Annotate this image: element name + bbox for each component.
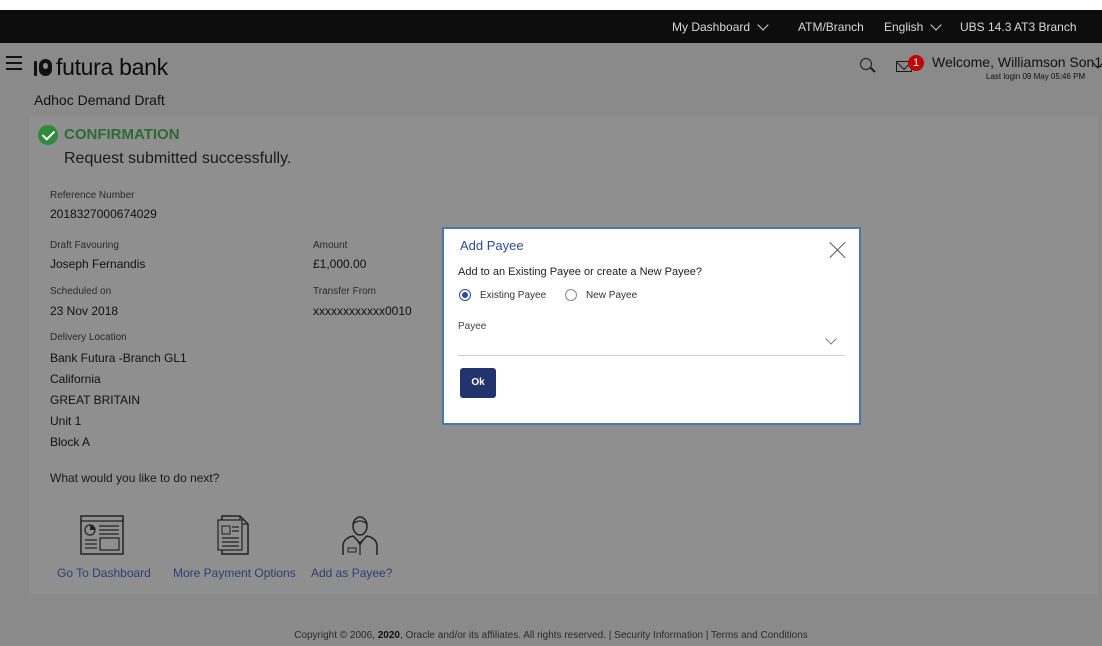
new-payee-label[interactable]: New Payee bbox=[586, 290, 637, 301]
footer-year: 2020 bbox=[377, 630, 400, 641]
my-dashboard-menu[interactable]: My Dashboard bbox=[672, 18, 769, 34]
dialog-title: Add Payee bbox=[460, 238, 524, 253]
reference-number-value: 2018327000674029 bbox=[50, 207, 157, 221]
new-payee-radio[interactable] bbox=[565, 289, 577, 301]
delivery-location-line: GREAT BRITAIN bbox=[50, 393, 141, 407]
existing-payee-radio[interactable] bbox=[459, 289, 471, 301]
footer-copyright-suffix[interactable]: , Oracle and/or its affiliates. All righ… bbox=[400, 630, 808, 641]
scheduled-on-value: 23 Nov 2018 bbox=[50, 304, 119, 318]
top-navigation-bar: My Dashboard ATM/Branch English UBS 14.3… bbox=[0, 10, 1102, 43]
dialog-question: Add to an Existing Payee or create a New… bbox=[458, 266, 702, 278]
add-as-payee-link[interactable]: Add as Payee? bbox=[311, 566, 392, 580]
more-payment-options-link[interactable]: More Payment Options bbox=[173, 566, 296, 580]
language-menu[interactable]: English bbox=[884, 18, 943, 34]
ok-button[interactable]: Ok bbox=[460, 368, 496, 398]
go-to-dashboard-link[interactable]: Go To Dashboard bbox=[57, 566, 151, 580]
atm-branch-label: ATM/Branch bbox=[798, 20, 864, 34]
check-circle-icon bbox=[38, 125, 58, 145]
existing-payee-label[interactable]: Existing Payee bbox=[480, 290, 546, 301]
amount-value: £1,000.00 bbox=[313, 257, 367, 271]
chevron-down-icon bbox=[930, 18, 943, 31]
amount-label: Amount bbox=[313, 240, 348, 251]
logo-mark-icon bbox=[34, 58, 52, 78]
transfer-from-label: Transfer From bbox=[313, 286, 376, 297]
dashboard-icon[interactable] bbox=[80, 515, 124, 555]
chevron-down-icon[interactable] bbox=[825, 333, 837, 345]
page-title: Adhoc Demand Draft bbox=[34, 92, 165, 108]
close-icon[interactable] bbox=[829, 241, 847, 259]
logo-text: futura bank bbox=[56, 54, 168, 80]
document-icon[interactable] bbox=[217, 515, 251, 555]
footer: Copyright © 2006, 2020, Oracle and/or it… bbox=[0, 630, 1102, 641]
person-icon[interactable] bbox=[340, 512, 380, 556]
menu-icon[interactable] bbox=[6, 56, 22, 70]
delivery-location-line: California bbox=[50, 372, 101, 386]
next-steps-question: What would you like to do next? bbox=[50, 471, 220, 485]
reference-number-label: Reference Number bbox=[50, 190, 135, 201]
bank-logo[interactable]: futura bank bbox=[34, 54, 168, 81]
my-dashboard-label: My Dashboard bbox=[672, 20, 751, 34]
top-strip bbox=[0, 0, 1102, 10]
delivery-location-line: Bank Futura -Branch GL1 bbox=[50, 351, 187, 365]
add-payee-dialog: Add Payee Add to an Existing Payee or cr… bbox=[442, 227, 861, 425]
footer-copyright-prefix: Copyright © 2006, bbox=[294, 630, 378, 641]
last-login-text: Last login 09 May 05:46 PM bbox=[986, 72, 1086, 81]
search-icon[interactable] bbox=[860, 58, 872, 70]
draft-favouring-value: Joseph Fernandis bbox=[50, 257, 146, 271]
branch-label: UBS 14.3 AT3 Branch bbox=[960, 20, 1077, 34]
welcome-text[interactable]: Welcome, Williamson Son1 bbox=[932, 54, 1102, 70]
notification-badge[interactable]: 1 bbox=[908, 55, 924, 71]
app-header: futura bank 1 Welcome, Williamson Son1 L… bbox=[0, 43, 1102, 87]
language-label: English bbox=[884, 20, 924, 34]
delivery-location-label: Delivery Location bbox=[50, 332, 127, 343]
atm-branch-link[interactable]: ATM/Branch bbox=[798, 20, 864, 34]
delivery-location-line: Block A bbox=[50, 435, 91, 449]
payee-select[interactable] bbox=[458, 329, 845, 356]
transfer-from-value: xxxxxxxxxxxx0010 bbox=[313, 304, 412, 318]
delivery-location-line: Unit 1 bbox=[50, 414, 82, 428]
scheduled-on-label: Scheduled on bbox=[50, 286, 112, 297]
confirmation-title: CONFIRMATION bbox=[64, 126, 180, 143]
chevron-down-icon bbox=[757, 18, 769, 31]
confirmation-message: Request submitted successfully. bbox=[64, 150, 292, 167]
draft-favouring-label: Draft Favouring bbox=[50, 240, 119, 251]
branch-menu[interactable]: UBS 14.3 AT3 Branch bbox=[960, 20, 1077, 34]
